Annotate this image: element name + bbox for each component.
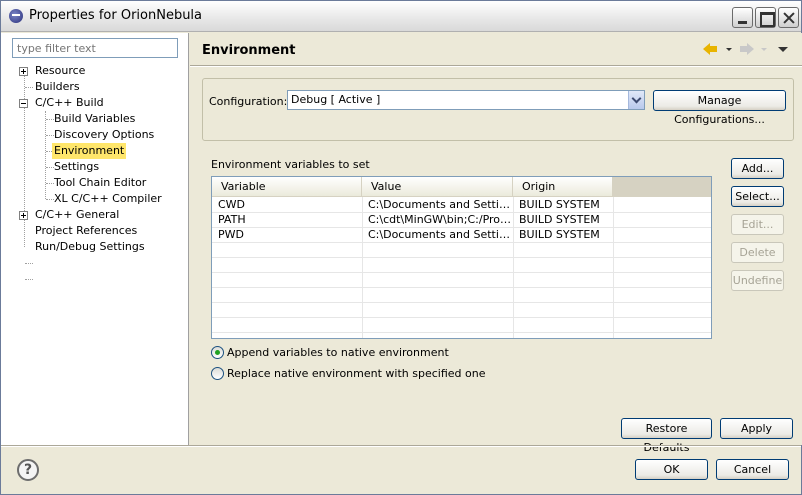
page-title: Environment [202,43,296,58]
column-header-origin[interactable]: Origin [513,177,613,197]
cell-value: C:\cdt\MinGW\bin;C:/Prog... [368,213,513,226]
env-variables-table[interactable]: Variable Value Origin CWD C:\Documents a… [211,176,712,339]
tree-connector [25,87,33,88]
add-button[interactable]: Add... [731,158,784,179]
close-button[interactable] [778,7,799,28]
undefine-button[interactable]: Undefine [731,270,784,291]
maximize-button[interactable] [755,7,776,28]
chevron-down-icon[interactable] [628,91,644,109]
grid-line [212,272,711,273]
tree-connector [25,279,33,280]
edit-button[interactable]: Edit... [731,214,784,235]
view-menu-icon[interactable] [778,47,788,52]
column-header-value[interactable]: Value [362,177,513,197]
cell-origin: BUILD SYSTEM [519,213,600,226]
help-icon[interactable]: ? [17,459,39,481]
table-row[interactable]: PWD C:\Documents and Setting... BUILD SY… [212,228,711,243]
append-radio[interactable] [211,346,224,359]
footer-divider [1,445,801,447]
expand-icon[interactable] [19,211,28,220]
tree-connector [24,71,25,247]
header-divider [190,65,802,67]
ok-button[interactable]: OK [635,459,708,480]
table-row[interactable]: PATH C:\cdt\MinGW\bin;C:/Prog... BUILD S… [212,213,711,228]
configuration-value: Debug [ Active ] [291,93,381,106]
collapse-icon[interactable] [19,99,28,108]
properties-dialog: Properties for OrionNebula Resource [0,0,802,495]
column-header-variable[interactable]: Variable [212,177,362,197]
grid-line [212,332,711,333]
grid-line [212,317,711,318]
filter-input[interactable] [12,38,178,58]
cell-variable: PATH [218,213,246,226]
append-radio-label: Append variables to native environment [227,346,449,359]
property-page: Environment Configuration: Debug [ Activ… [190,33,802,454]
configuration-label: Configuration: [209,95,288,108]
back-arrow-icon[interactable] [703,43,717,55]
grid-line [212,257,711,258]
title-bar: Properties for OrionNebula [1,1,801,32]
configuration-select[interactable]: Debug [ Active ] [287,90,645,110]
back-history-chevron-icon[interactable] [726,48,732,51]
forward-history-chevron-icon[interactable] [761,48,767,51]
restore-defaults-button[interactable]: Restore Defaults [621,418,712,454]
cell-value: C:\Documents and Setting... [368,198,513,211]
env-variables-label: Environment variables to set [211,158,370,171]
grid-line [212,287,711,288]
eclipse-icon [9,9,23,23]
select-button[interactable]: Select... [731,186,784,207]
cell-variable: PWD [218,228,244,241]
tree-connector [25,263,33,264]
window-title: Properties for OrionNebula [29,8,203,23]
apply-button[interactable]: Apply [720,418,793,439]
replace-radio-label: Replace native environment with specifie… [227,367,486,380]
grid-line [212,302,711,303]
cell-variable: CWD [218,198,246,211]
cell-value: C:\Documents and Setting... [368,228,513,241]
table-row[interactable]: CWD C:\Documents and Setting... BUILD SY… [212,198,711,213]
expand-icon[interactable] [19,67,28,76]
cell-origin: BUILD SYSTEM [519,228,600,241]
cancel-button[interactable]: Cancel [716,459,789,480]
manage-configurations-button[interactable]: Manage Configurations... [653,90,786,126]
header-filler [613,177,711,197]
table-header: Variable Value Origin [212,177,711,197]
delete-button[interactable]: Delete [731,242,784,263]
forward-arrow-icon[interactable] [740,43,754,55]
replace-radio[interactable] [211,367,224,380]
cell-origin: BUILD SYSTEM [519,198,600,211]
navigation-panel: Resource Builders C/C++ Build Build Vari… [1,33,189,445]
minimize-button[interactable] [732,7,753,28]
tree-connector [45,111,46,199]
